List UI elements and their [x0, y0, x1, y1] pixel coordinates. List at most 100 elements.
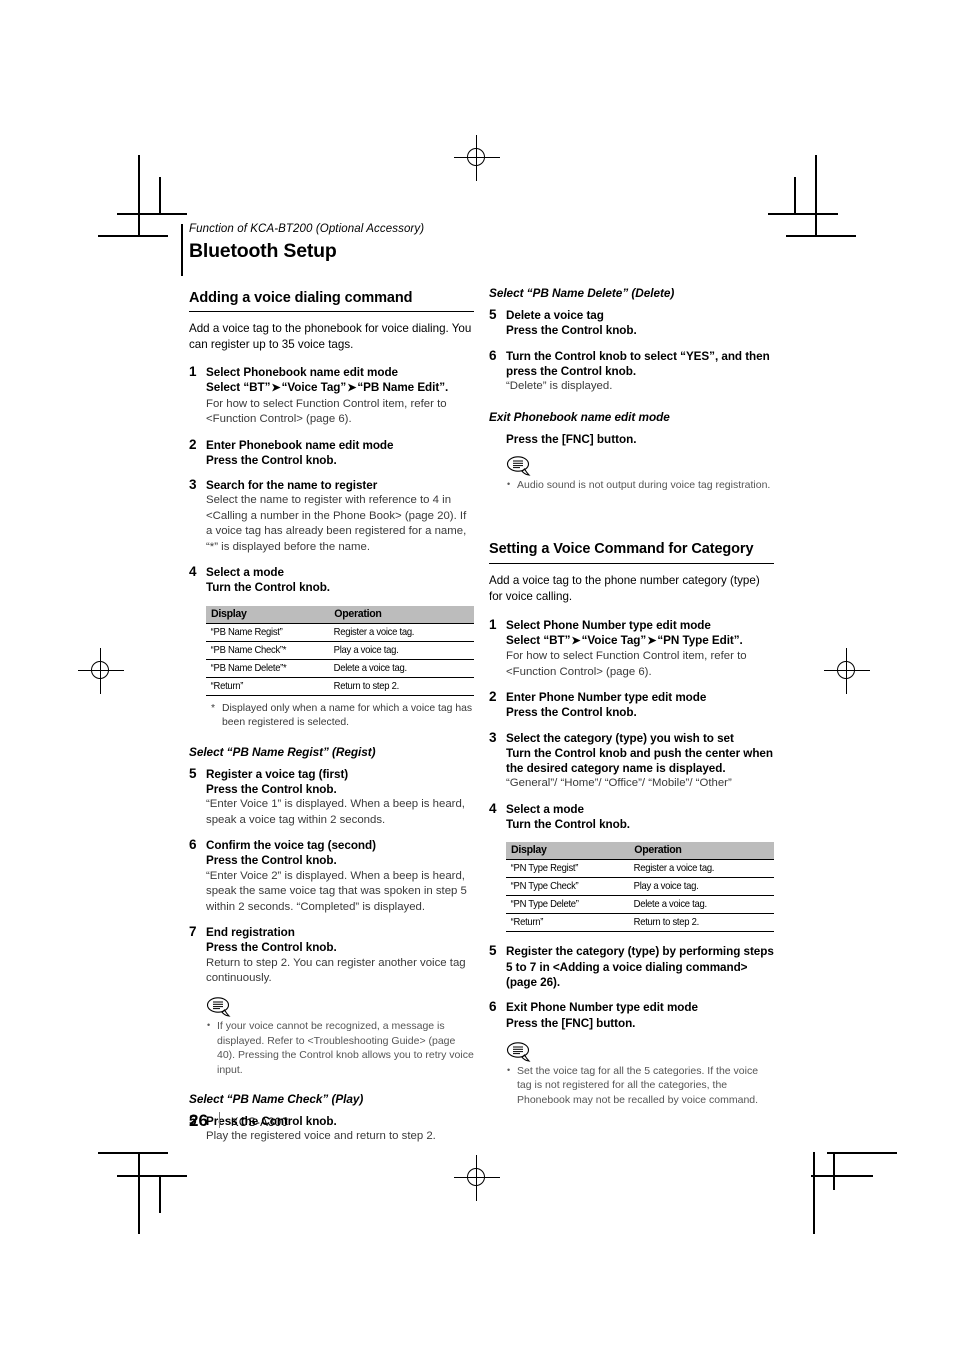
display-operation-table: Display Operation “PN Type Regist” Regis…	[506, 842, 774, 933]
table-cell-display: “PN Type Delete”	[506, 895, 621, 915]
note-item: If your voice cannot be recognized, a me…	[206, 1018, 474, 1077]
step-title: Exit Phone Number type edit mode	[506, 1001, 698, 1015]
table-cell-operation: Return to step 2.	[629, 913, 764, 933]
section-heading-adding-voice-dialing: Adding a voice dialing command	[189, 290, 413, 306]
step-path-mid: “Voice Tag”	[281, 381, 347, 395]
step-number: 2	[489, 689, 497, 704]
step-description: “Enter Voice 1” is displayed. When a bee…	[206, 798, 465, 826]
table-header-display: Display	[206, 605, 330, 624]
subsection-heading-delete: Select “PB Name Delete” (Delete)	[489, 286, 675, 300]
step-path: Select “BT”➤“Voice Tag”➤“PB Name Edit”.	[206, 380, 474, 396]
note-item: Set the voice tag for all the 5 categori…	[506, 1063, 774, 1107]
step-title: Select a mode	[506, 802, 584, 816]
step-item: 5 Register the category (type) by perfor…	[489, 943, 774, 990]
step-action: Press the Control knob.	[206, 783, 337, 796]
table-cell-operation: Delete a voice tag.	[629, 895, 764, 915]
chevron-right-icon: ➤	[271, 382, 281, 395]
step-action: Turn the Control knob and push the cente…	[506, 746, 773, 776]
step-number: 6	[189, 837, 197, 853]
table-cell-display: “PB Name Regist”	[206, 623, 321, 642]
step-number: 4	[489, 800, 497, 816]
section-divider	[189, 311, 474, 312]
table-cell-operation: Return to step 2.	[329, 677, 464, 696]
step-title: End registration	[206, 925, 295, 939]
section-divider	[489, 563, 774, 565]
subsection-heading-regist: Select “PB Name Regist” (Regist)	[189, 744, 376, 759]
step-title: Register the category (type) by performi…	[506, 945, 774, 990]
table-header-display: Display	[506, 842, 630, 861]
table-cell-display: “PB Name Check”*	[206, 641, 321, 660]
step-item: 5 Delete a voice tag Press the Control k…	[489, 307, 774, 339]
step-number: 6	[489, 347, 497, 363]
page-title: Bluetooth Setup	[189, 240, 337, 262]
table-row: “PN Type Delete” Delete a voice tag.	[506, 895, 774, 915]
table-cell-display: “Return”	[206, 677, 321, 696]
note-speech-bubble-icon	[506, 1042, 531, 1062]
note-block: Set the voice tag for all the 5 categori…	[506, 1041, 774, 1107]
table-cell-display: “PB Name Delete”*	[206, 659, 321, 678]
exit-action-block: Press the [FNC] button.	[489, 432, 774, 447]
table-cell-display: “PN Type Check”	[506, 877, 621, 897]
table-row: “Return” Return to step 2.	[506, 913, 774, 933]
step-number: 6	[489, 999, 497, 1015]
table-header-operation: Operation	[629, 842, 774, 861]
table-cell-operation: Delete a voice tag.	[329, 659, 464, 678]
step-number: 3	[489, 729, 497, 745]
step-title: Search for the name to register	[206, 479, 378, 493]
note-block: If your voice cannot be recognized, a me…	[206, 996, 474, 1077]
step-item: 1 Select Phone Number type edit mode Sel…	[489, 616, 774, 680]
step-action: Turn the Control knob.	[506, 818, 630, 832]
step-title: Select Phonebook name edit mode	[206, 366, 398, 380]
table-cell-display: “Return”	[506, 913, 621, 933]
step-title: Enter Phonebook name edit mode	[206, 438, 394, 452]
step-title: Turn the Control knob to select “YES”, a…	[506, 349, 770, 378]
step-title: Confirm the voice tag (second)	[206, 839, 376, 853]
footer-page-number: 26	[189, 1111, 208, 1130]
section-heading-setting-voice-command: Setting a Voice Command for Category	[489, 541, 754, 558]
step-path: Select “BT”➤“Voice Tag”➤“PN Type Edit”.	[506, 633, 774, 649]
step-title: Register a voice tag (first)	[206, 767, 349, 781]
step-action: Press the Control knob.	[206, 854, 337, 868]
note-item: Audio sound is not output during voice t…	[506, 477, 774, 492]
step-item: 2 Enter Phonebook name edit mode Press t…	[189, 437, 474, 469]
note-block: Audio sound is not output during voice t…	[506, 455, 774, 492]
section-intro: Add a voice tag to the phone number cate…	[489, 574, 760, 603]
table-cell-operation: Register a voice tag.	[629, 859, 764, 879]
step-number: 4	[189, 564, 197, 580]
step-path-mid: “Voice Tag”	[581, 633, 647, 647]
step-number: 1	[189, 364, 197, 380]
table-cell-operation: Play a voice tag.	[329, 641, 464, 660]
step-number: 3	[189, 477, 197, 493]
chevron-right-icon: ➤	[647, 634, 657, 647]
step-item: 2 Enter Phone Number type edit mode Pres…	[489, 689, 774, 721]
step-action: Press the Control knob.	[206, 453, 337, 467]
step-number: 1	[489, 616, 497, 632]
step-action: Press the Control knob.	[206, 941, 337, 955]
table-row: “PB Name Delete”* Delete a voice tag.	[206, 659, 474, 678]
table-cell-operation: Register a voice tag.	[329, 623, 464, 642]
manual-page: Function of KCA-BT200 (Optional Accessor…	[0, 0, 954, 1350]
table-header-operation: Operation	[329, 605, 474, 624]
step-item: 4 Select a mode Turn the Control knob.	[189, 564, 474, 596]
step-item: 4 Select a mode Turn the Control knob.	[489, 800, 774, 833]
step-title: Select a mode	[206, 566, 284, 580]
table-row: “PN Type Check” Play a voice tag.	[506, 877, 774, 897]
right-column: Select “PB Name Delete” (Delete) 5 Delet…	[489, 285, 774, 1109]
step-number: 5	[189, 765, 197, 781]
step-action: Press the Control knob.	[506, 324, 637, 338]
step-number: 5	[489, 307, 497, 322]
step-action: Press the Control knob.	[506, 706, 637, 720]
chevron-right-icon: ➤	[347, 382, 357, 395]
note-speech-bubble-icon	[506, 456, 531, 476]
exit-action-text: Press the [FNC] button.	[506, 432, 637, 446]
page-footer: 26 KOS-A300	[189, 1110, 288, 1131]
left-column: Function of KCA-BT200 (Optional Accessor…	[189, 222, 474, 1155]
step-item: 6 Confirm the voice tag (second) Press t…	[189, 837, 474, 915]
step-action: Press the [FNC] button.	[506, 1016, 636, 1030]
footnote-text: Displayed only when a name for which a v…	[222, 702, 473, 728]
footer-divider	[218, 1112, 220, 1128]
step-number: 5	[489, 943, 497, 959]
step-item: 7 End registration Press the Control kno…	[189, 924, 474, 986]
step-description: For how to select Function Control item,…	[206, 397, 447, 426]
step-path-post: “PB Name Edit”.	[357, 381, 449, 395]
